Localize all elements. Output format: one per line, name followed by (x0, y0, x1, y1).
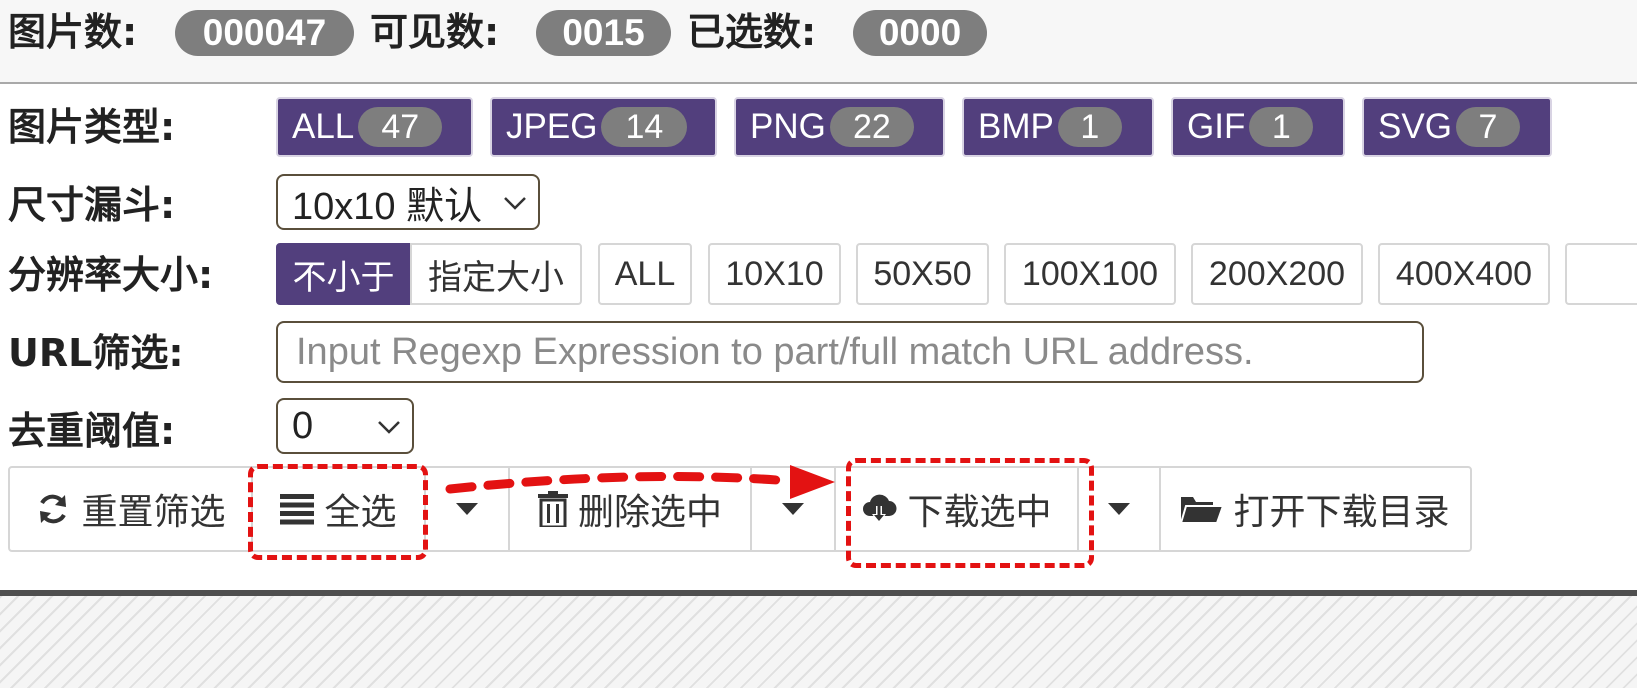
refresh-icon (35, 491, 71, 527)
type-filter-label: JPEG (506, 107, 598, 146)
visible-count-badge: 0015 (536, 10, 671, 56)
resolution-option-100x100[interactable]: 100X100 (1004, 243, 1176, 305)
resolution-mode-min[interactable]: 不小于 (276, 243, 411, 305)
cloud-download-icon (861, 492, 897, 526)
reset-filter-label: 重置筛选 (81, 492, 226, 533)
annotation-arrow (445, 465, 835, 499)
resolution-option-10x10[interactable]: 10X10 (708, 243, 841, 305)
caret-down-icon (1108, 503, 1130, 515)
type-filter-count: 7 (1455, 107, 1520, 147)
image-count-badge: 000047 (175, 10, 354, 56)
resolution-option-50x50[interactable]: 50X50 (856, 243, 989, 305)
url-filter-input[interactable] (276, 321, 1424, 383)
download-selected-label: 下载选中 (907, 492, 1052, 533)
resolution-option-400x400[interactable]: 400X400 (1378, 243, 1550, 305)
select-all-button[interactable]: 全选 (251, 466, 426, 552)
type-filter-all[interactable]: ALL 47 (276, 97, 473, 157)
type-filter-count: 22 (829, 107, 914, 147)
type-filter-gif[interactable]: GIF 1 (1171, 97, 1345, 157)
type-filter-jpeg[interactable]: JPEG 14 (490, 97, 717, 157)
type-filter-bmp[interactable]: BMP 1 (962, 97, 1154, 157)
dedupe-threshold-value: 0 (292, 404, 314, 447)
reset-filter-button[interactable]: 重置筛选 (8, 466, 253, 552)
type-filter-label: SVG (1378, 107, 1452, 146)
open-download-folder-button[interactable]: 打开下载目录 (1159, 466, 1472, 552)
dedupe-label: 去重阈值: (8, 409, 176, 453)
url-filter-label: URL筛选: (8, 331, 184, 375)
type-filter-label: ALL (292, 107, 355, 146)
selected-count-label: 已选数: (687, 10, 817, 54)
type-filter-count: 1 (1057, 107, 1122, 147)
visible-count-label: 可见数: (370, 10, 500, 54)
type-filter-svg[interactable]: SVG 7 (1362, 97, 1552, 157)
size-funnel-select[interactable]: 10x10 默认 (276, 174, 540, 230)
download-selected-button[interactable]: 下载选中 (834, 466, 1079, 552)
stats-bar: 图片数: 000047 可见数: 0015 已选数: 0000 (0, 0, 1637, 84)
resolution-option-all[interactable]: ALL (598, 243, 692, 305)
type-filter-count: 47 (358, 107, 443, 147)
dedupe-threshold-select[interactable]: 0 (276, 398, 414, 454)
resolution-mode-exact[interactable]: 指定大小 (410, 243, 582, 305)
type-filter-label: BMP (978, 107, 1054, 146)
open-download-folder-label: 打开下载目录 (1233, 492, 1450, 533)
image-grid-area (0, 596, 1637, 688)
type-filter-label: GIF (1187, 107, 1246, 146)
selected-count-badge: 0000 (853, 10, 987, 56)
size-funnel-value: 10x10 默认 (292, 185, 483, 228)
size-funnel-label: 尺寸漏斗: (8, 183, 176, 227)
image-count-label: 图片数: (8, 10, 138, 54)
chevron-down-icon (504, 197, 526, 210)
select-all-label: 全选 (324, 492, 397, 533)
list-icon (280, 493, 315, 525)
image-type-label: 图片类型: (8, 105, 176, 149)
chevron-down-icon (378, 421, 400, 434)
type-filter-label: PNG (750, 107, 826, 146)
folder-open-icon (1181, 493, 1224, 525)
type-filter-png[interactable]: PNG 22 (734, 97, 945, 157)
resolution-option-overflow[interactable] (1565, 243, 1637, 305)
type-filter-count: 14 (601, 107, 688, 147)
type-filter-count: 1 (1249, 107, 1314, 147)
resolution-label: 分辨率大小: (8, 253, 214, 297)
download-dropdown-toggle[interactable] (1077, 466, 1161, 552)
resolution-option-200x200[interactable]: 200X200 (1191, 243, 1363, 305)
